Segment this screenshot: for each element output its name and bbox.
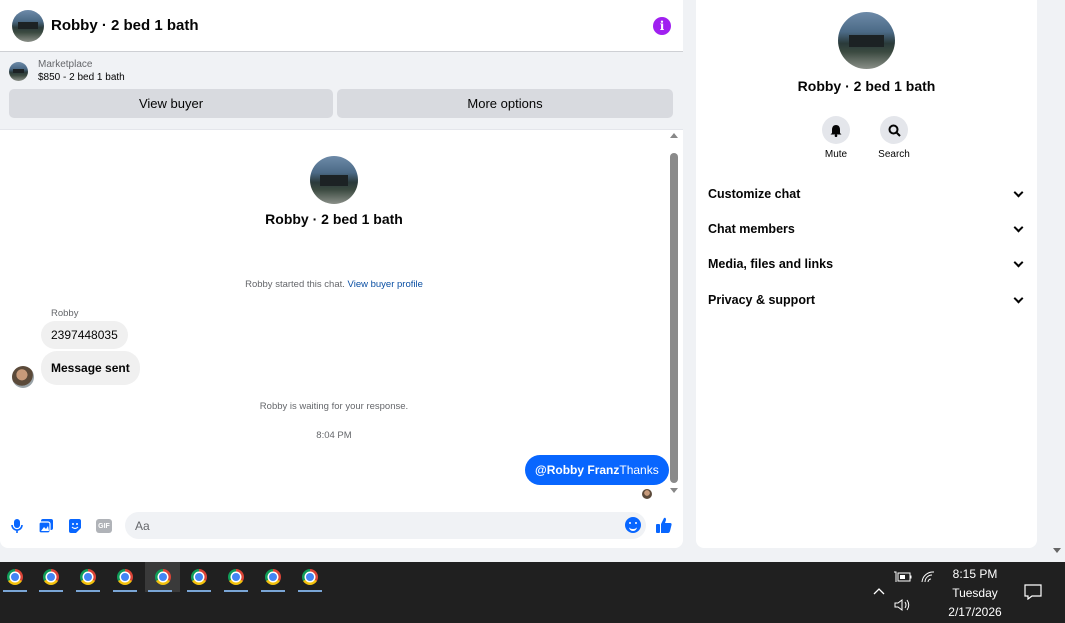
more-options-button[interactable]: More options: [337, 89, 673, 118]
marketplace-listing: Marketplace $850 - 2 bed 1 bath View buy…: [0, 52, 683, 130]
chrome-taskbar-button[interactable]: [295, 562, 325, 592]
mute-button[interactable]: Mute: [811, 116, 861, 160]
menu-label: Media, files and links: [708, 257, 834, 271]
message-timestamp: 8:04 PM: [316, 430, 352, 441]
chevron-down-icon: [1013, 187, 1024, 197]
photo-icon[interactable]: [38, 518, 54, 534]
listing-row[interactable]: Marketplace $850 - 2 bed 1 bath: [0, 52, 683, 83]
volume-icon[interactable]: [894, 599, 912, 614]
chevron-down-icon: [1013, 293, 1024, 303]
menu-media-files-links[interactable]: Media, files and links: [708, 254, 1026, 274]
thread-scrollbar[interactable]: [668, 133, 681, 497]
chat-avatar[interactable]: [12, 9, 44, 42]
chat-info-panel: Robby · 2 bed 1 bath Mute Search Customi…: [696, 0, 1037, 548]
info-avatar[interactable]: [838, 12, 895, 69]
menu-privacy-support[interactable]: Privacy & support: [708, 290, 1026, 310]
incoming-message[interactable]: 2397448035: [41, 321, 128, 349]
microphone-icon[interactable]: [9, 518, 25, 534]
outgoing-message[interactable]: @Robby Franz Thanks: [525, 455, 669, 485]
bell-icon[interactable]: [822, 116, 850, 144]
menu-chat-members[interactable]: Chat members: [708, 219, 1026, 239]
message-input[interactable]: [125, 512, 646, 539]
listing-thumbnail: [9, 61, 28, 81]
scroll-thumb[interactable]: [670, 153, 678, 483]
clock-date[interactable]: 2/17/2026: [944, 605, 1006, 619]
thread-avatar: [310, 156, 358, 204]
wifi-icon[interactable]: [921, 571, 935, 586]
thread-name: Robby · 2 bed 1 bath: [265, 211, 403, 227]
search-icon[interactable]: [880, 116, 908, 144]
page-scrollbar[interactable]: [1050, 0, 1065, 560]
chat-started-text: Robby started this chat.: [245, 279, 348, 290]
chrome-icon: [117, 569, 133, 585]
chevron-down-icon: [1013, 257, 1024, 267]
listing-source: Marketplace: [38, 59, 93, 70]
chevron-down-icon: [1013, 222, 1024, 232]
message-thread: Robby · 2 bed 1 bath Robby started this …: [0, 130, 683, 500]
search-label: Search: [878, 149, 910, 160]
thumbs-up-icon[interactable]: [655, 516, 673, 534]
incoming-message[interactable]: Message sent: [41, 351, 140, 385]
outgoing-message-text: Thanks: [619, 463, 659, 477]
chrome-icon: [80, 569, 96, 585]
chrome-taskbar-button[interactable]: [184, 562, 214, 592]
emoji-icon[interactable]: [625, 517, 641, 533]
listing-price: $850 - 2 bed 1 bath: [38, 72, 125, 83]
sender-name: Robby: [51, 308, 79, 319]
chrome-icon: [302, 569, 318, 585]
clock-time[interactable]: 8:15 PM: [944, 567, 1006, 581]
sticker-icon[interactable]: [67, 518, 83, 534]
chrome-icon: [43, 569, 59, 585]
notification-icon[interactable]: [1024, 584, 1042, 603]
chat-header: Robby · 2 bed 1 bath i: [0, 0, 683, 52]
chat-started-notice: Robby started this chat. View buyer prof…: [0, 279, 668, 290]
chrome-taskbar-button[interactable]: [258, 562, 288, 592]
view-buyer-button[interactable]: View buyer: [9, 89, 333, 118]
chrome-icon: [265, 569, 281, 585]
chrome-taskbar-button[interactable]: [73, 562, 103, 592]
chrome-icon: [228, 569, 244, 585]
info-icon[interactable]: i: [653, 16, 671, 35]
menu-label: Customize chat: [708, 187, 801, 201]
gif-icon[interactable]: GIF: [96, 519, 112, 533]
menu-label: Privacy & support: [708, 293, 815, 307]
chrome-taskbar-button[interactable]: [36, 562, 66, 592]
composer: GIF: [0, 508, 683, 542]
chrome-icon: [191, 569, 207, 585]
chrome-icon: [154, 569, 171, 585]
chat-panel: Robby · 2 bed 1 bath i Marketplace $850 …: [0, 0, 683, 548]
chrome-icon: [7, 569, 23, 585]
chrome-taskbar-button[interactable]: [110, 562, 140, 592]
seen-indicator: [642, 489, 652, 499]
view-buyer-profile-link[interactable]: View buyer profile: [348, 279, 423, 290]
chrome-taskbar-button-active[interactable]: [145, 562, 180, 592]
page-scroll-down-arrow[interactable]: [1053, 548, 1061, 553]
taskbar: 8:15 PM Tuesday 2/17/2026: [0, 562, 1065, 623]
waiting-notice: Robby is waiting for your response.: [259, 401, 409, 412]
sender-avatar[interactable]: [12, 366, 34, 388]
battery-icon[interactable]: [894, 571, 912, 586]
chat-title[interactable]: Robby · 2 bed 1 bath: [51, 17, 653, 34]
scroll-up-arrow[interactable]: [670, 133, 678, 138]
menu-label: Chat members: [708, 222, 795, 236]
clock-day[interactable]: Tuesday: [944, 586, 1006, 600]
info-name: Robby · 2 bed 1 bath: [797, 78, 936, 94]
menu-customize-chat[interactable]: Customize chat: [708, 184, 1026, 204]
search-button[interactable]: Search: [869, 116, 919, 160]
chrome-taskbar-button[interactable]: [221, 562, 251, 592]
mute-label: Mute: [824, 149, 848, 160]
show-hidden-icons-chevron-icon[interactable]: [873, 584, 885, 598]
mention[interactable]: @Robby Franz: [535, 463, 619, 477]
chrome-taskbar-button[interactable]: [0, 562, 30, 592]
scroll-down-arrow[interactable]: [670, 488, 678, 493]
